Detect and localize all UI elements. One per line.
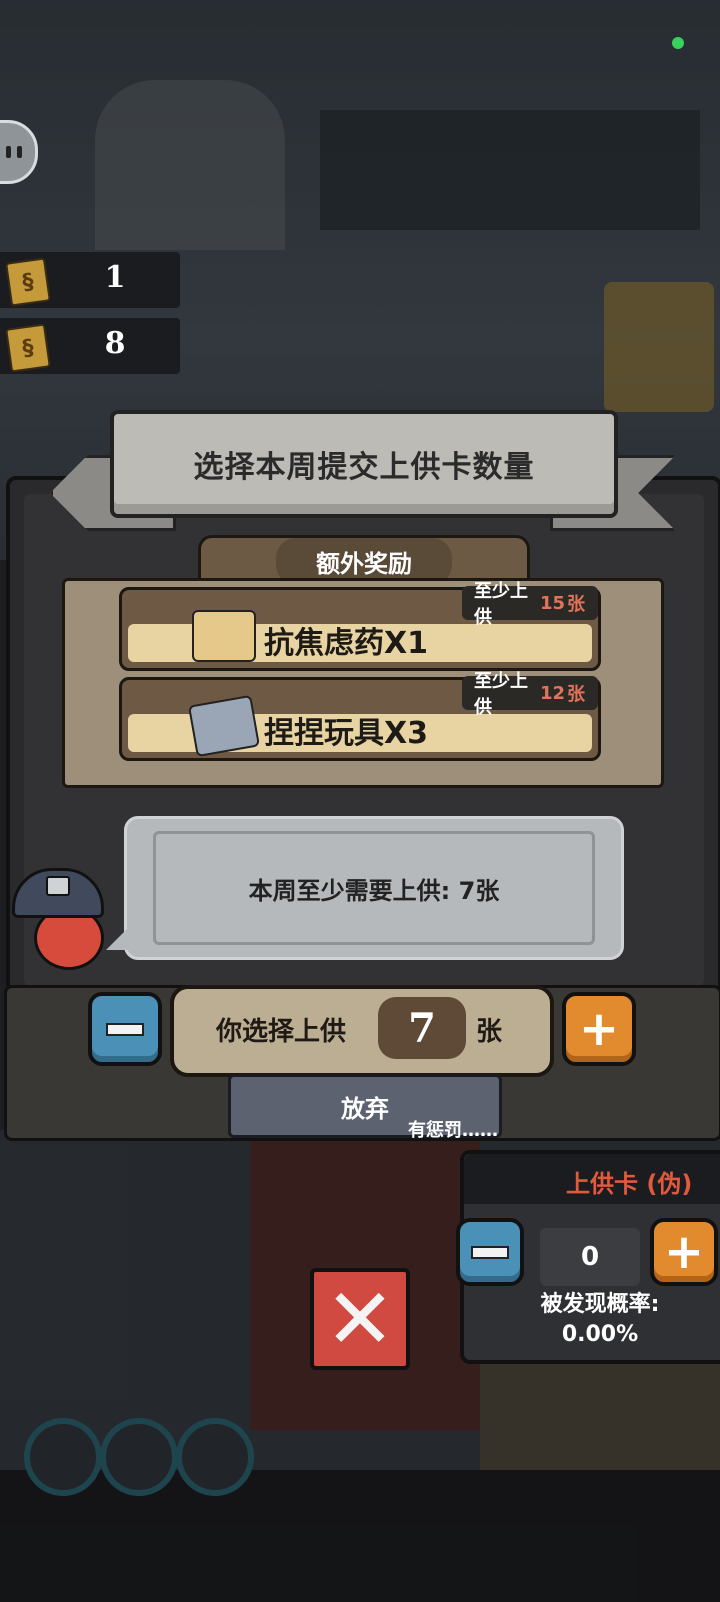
- minus-icon: [106, 1022, 144, 1036]
- pill-pack-icon: [192, 610, 256, 662]
- requirement-suffix: 张: [567, 684, 585, 705]
- fake-card-value[interactable]: 0: [540, 1228, 640, 1286]
- hat-badge-icon: [46, 876, 70, 896]
- reward-item: 抗焦虑药X1 至少上供 15 张: [119, 581, 601, 671]
- status-indicator-dot: [672, 37, 684, 49]
- dialog-title: 选择本周提交上供卡数量: [193, 450, 535, 485]
- chat-icon: [6, 146, 11, 158]
- fake-decrease-button[interactable]: [456, 1218, 524, 1286]
- dialog-title-banner: 选择本周提交上供卡数量: [110, 410, 618, 518]
- decrease-button[interactable]: [88, 992, 162, 1066]
- chat-icon: [17, 146, 22, 158]
- detection-probability: 被发现概率: 0.00%: [464, 1290, 720, 1350]
- plus-icon: +: [663, 1224, 705, 1280]
- requirement-number: 12: [539, 682, 565, 704]
- speech-text: 本周至少需要上供: 7张: [153, 831, 595, 945]
- plus-icon: +: [578, 1001, 620, 1057]
- squishy-toy-icon: [187, 694, 261, 758]
- reward-name: 抗焦虑药X1: [264, 626, 429, 661]
- probability-value: 0.00%: [561, 1322, 639, 1347]
- requirement-prefix: 至少上供: [474, 671, 528, 718]
- resource-count: 8: [104, 326, 126, 361]
- card-icon: §: [5, 323, 51, 373]
- fake-increase-button[interactable]: +: [650, 1218, 718, 1286]
- resource-count: 1: [104, 260, 126, 295]
- minus-icon: [471, 1245, 509, 1259]
- reward-requirement-badge: 至少上供 12 张: [462, 671, 598, 718]
- penalty-note: 有惩罚……: [408, 1120, 498, 1141]
- close-icon: ✕: [324, 1270, 396, 1368]
- reward-name: 捏捏玩具X3: [264, 716, 429, 751]
- select-prefix: 你选择上供: [216, 1017, 347, 1047]
- increase-button[interactable]: +: [562, 992, 636, 1066]
- quantity-selector: 你选择上供 7 张: [170, 985, 554, 1077]
- probability-label: 被发现概率:: [540, 1292, 660, 1317]
- police-character-avatar: [12, 868, 104, 970]
- quantity-value[interactable]: 7: [378, 997, 466, 1059]
- rewards-panel: 抗焦虑药X1 至少上供 15 张 捏捏玩具X3 至少上供 12 张: [62, 578, 664, 788]
- resource-counter: § 1: [0, 252, 180, 308]
- fake-card-title: 上供卡 (伪): [566, 1170, 693, 1198]
- requirement-prefix: 至少上供: [474, 581, 528, 628]
- give-up-label: 放弃: [341, 1094, 389, 1123]
- fake-card-panel: 上供卡 (伪) 0 + 被发现概率: 0.00%: [456, 1150, 720, 1364]
- select-suffix: 张: [476, 1017, 503, 1047]
- resource-counter: § 8: [0, 318, 180, 374]
- requirement-suffix: 张: [567, 594, 585, 615]
- card-icon: §: [5, 257, 51, 307]
- speech-bubble: 本周至少需要上供: 7张: [124, 816, 624, 960]
- reward-item: 捏捏玩具X3 至少上供 12 张: [119, 671, 601, 761]
- close-button[interactable]: ✕: [310, 1268, 410, 1370]
- requirement-number: 15: [539, 592, 565, 614]
- reward-requirement-badge: 至少上供 15 张: [462, 581, 598, 628]
